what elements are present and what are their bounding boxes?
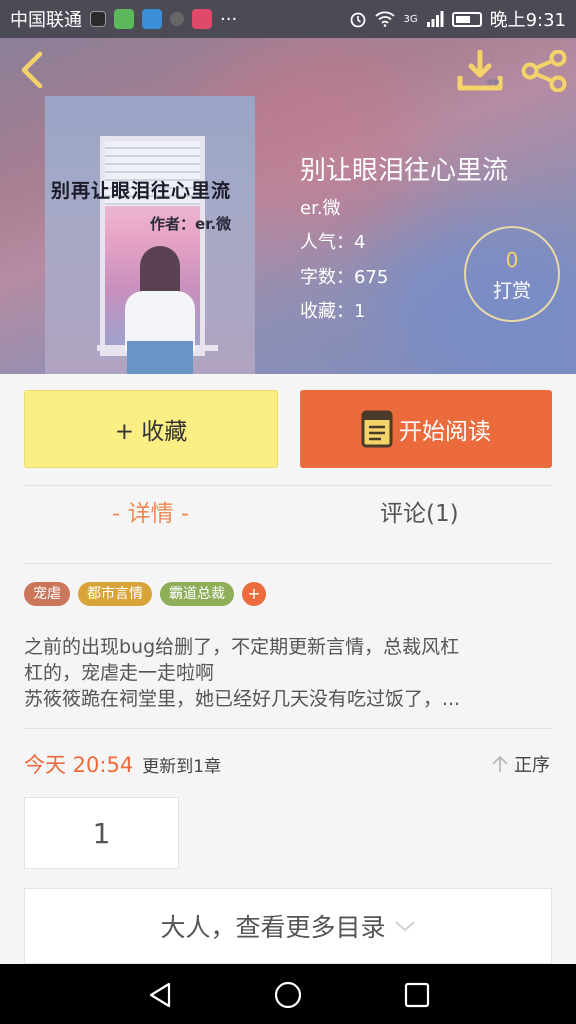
update-time: 今天 20:54 xyxy=(24,753,134,777)
cover-author: 作者：er.微 xyxy=(150,215,232,233)
share-icon[interactable] xyxy=(520,50,568,92)
book-header: 别再让眼泪往心里流 作者：er.微 别让眼泪往心里流 er.微 人气：4 字数：… xyxy=(0,38,576,374)
description-line: 之前的出现bug给删了，不定期更新言情，总裁风杠 xyxy=(24,636,460,658)
description-line: 杠的，宠虐走一走啦啊 xyxy=(24,662,215,684)
word-count-stat: 字数：675 xyxy=(300,267,389,288)
book-author: er.微 xyxy=(300,198,341,219)
book-details: + 收藏 开始阅读 - 详情 - 评论(1) 宠虐 都市言情 霸道总裁 + 之前… xyxy=(0,374,576,964)
description-line: 苏筱筱跪在祠堂里，她已经好几天没有吃过饭了，... xyxy=(24,688,461,710)
tag-item[interactable]: 霸道总裁 xyxy=(160,582,234,606)
book-cover[interactable]: 别再让眼泪往心里流 作者：er.微 xyxy=(45,96,255,374)
book-icon xyxy=(361,410,393,448)
bug-icon xyxy=(170,12,184,26)
tip-button[interactable]: 0 打赏 xyxy=(464,226,560,322)
book-title: 别让眼泪往心里流 xyxy=(300,156,509,186)
notification-app-icon xyxy=(90,11,106,27)
sort-label: 正序 xyxy=(514,755,550,776)
signal-icon xyxy=(426,11,444,27)
battery-icon xyxy=(451,11,482,27)
start-reading-label: 开始阅读 xyxy=(399,419,491,445)
popularity-stat: 人气：4 xyxy=(300,232,366,253)
tab-comments[interactable]: 评论(1) xyxy=(380,494,459,528)
video-icon xyxy=(192,9,212,29)
more-notifications-icon: ··· xyxy=(220,8,238,30)
update-chapters: 更新到1章 xyxy=(142,757,222,777)
system-nav-bar xyxy=(0,964,576,1024)
alarm-icon xyxy=(351,12,366,28)
play-store-icon xyxy=(114,9,134,29)
carrier-label: 中国联通 xyxy=(10,10,82,31)
chapter-item[interactable]: 1 xyxy=(24,797,179,869)
more-chapters-button[interactable]: 大人，查看更多目录 xyxy=(24,888,552,964)
tag-item[interactable]: 宠虐 xyxy=(24,582,70,606)
cover-figure-jeans xyxy=(127,341,193,374)
divider xyxy=(24,563,552,564)
status-bar: 中国联通 ··· 3G 晚上9:31 xyxy=(0,0,576,38)
update-info: 今天 20:54 更新到1章 xyxy=(24,749,221,779)
add-favorite-button[interactable]: + 收藏 xyxy=(24,390,278,468)
favorites-stat: 收藏：1 xyxy=(300,301,366,322)
tab-detail[interactable]: - 详情 - xyxy=(112,494,189,528)
chevron-down-icon xyxy=(394,921,415,932)
clock: 晚上9:31 xyxy=(489,10,566,31)
book-description[interactable]: 之前的出现bug给删了，不定期更新言情，总裁风杠 杠的，宠虐走一走啦啊 苏筱筱跪… xyxy=(24,634,552,712)
sort-toggle[interactable]: 正序 xyxy=(490,751,550,777)
back-arrow-icon[interactable] xyxy=(14,50,54,90)
wifi-icon xyxy=(375,11,396,27)
start-reading-button[interactable]: 开始阅读 xyxy=(300,390,552,468)
divider xyxy=(24,485,552,486)
divider xyxy=(24,728,552,729)
tag-item[interactable]: 都市言情 xyxy=(78,582,152,606)
tag-list: 宠虐 都市言情 霸道总裁 + xyxy=(24,582,266,606)
more-chapters-label: 大人，查看更多目录 xyxy=(160,913,386,942)
network-type: 3G xyxy=(403,13,418,25)
nav-recents-icon[interactable] xyxy=(402,980,432,1010)
nav-back-icon[interactable] xyxy=(145,980,175,1010)
tip-count: 0 xyxy=(505,248,519,272)
app-icon xyxy=(142,9,162,29)
cover-title: 别再让眼泪往心里流 xyxy=(51,180,232,202)
nav-home-icon[interactable] xyxy=(273,980,303,1010)
download-icon[interactable] xyxy=(456,50,504,92)
arrow-up-icon xyxy=(492,755,508,772)
tip-label: 打赏 xyxy=(492,280,531,302)
add-tag-button[interactable]: + xyxy=(242,582,266,606)
